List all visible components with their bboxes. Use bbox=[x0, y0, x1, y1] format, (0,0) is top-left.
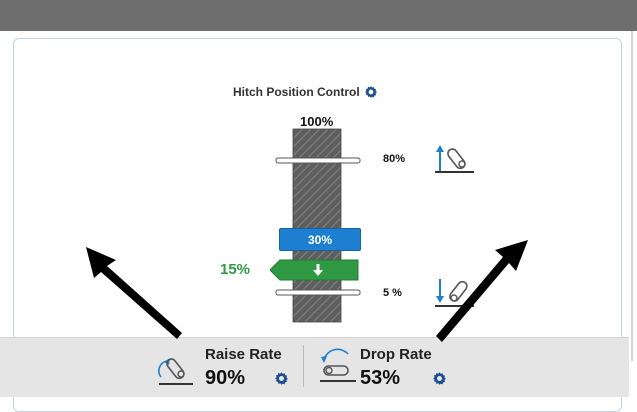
raise-rate-gear-icon[interactable] bbox=[274, 371, 289, 386]
hitch-drop-icon[interactable] bbox=[318, 348, 358, 384]
scrollbar[interactable] bbox=[628, 31, 637, 396]
hitch-raise-icon[interactable] bbox=[157, 353, 195, 387]
upper-limit-label: 80% bbox=[383, 153, 406, 165]
raise-rate-label: Raise Rate bbox=[205, 346, 282, 363]
gear-icon[interactable] bbox=[364, 85, 378, 99]
callout-arrow-left bbox=[86, 247, 182, 339]
rate-divider bbox=[303, 345, 304, 387]
raise-limit-icon[interactable] bbox=[434, 142, 476, 176]
raise-rate-value: 90% bbox=[205, 367, 246, 389]
target-percent-label: 15% bbox=[220, 261, 251, 278]
drop-rate-gear-icon[interactable] bbox=[432, 371, 447, 386]
drop-rate-value: 53% bbox=[360, 367, 401, 389]
current-position-label: 30% bbox=[307, 232, 333, 247]
down-arrow-icon bbox=[313, 264, 323, 276]
current-position-indicator: 30% bbox=[279, 228, 361, 251]
top-bar bbox=[0, 0, 637, 31]
panel-title: Hitch Position Control bbox=[233, 85, 360, 99]
callout-arrow-right bbox=[436, 240, 528, 342]
drop-rate-label: Drop Rate bbox=[360, 346, 432, 363]
lower-limit-label: 5 % bbox=[383, 287, 402, 299]
panel-title-row: Hitch Position Control bbox=[233, 84, 378, 100]
hitch-position-bar[interactable] bbox=[270, 110, 370, 325]
